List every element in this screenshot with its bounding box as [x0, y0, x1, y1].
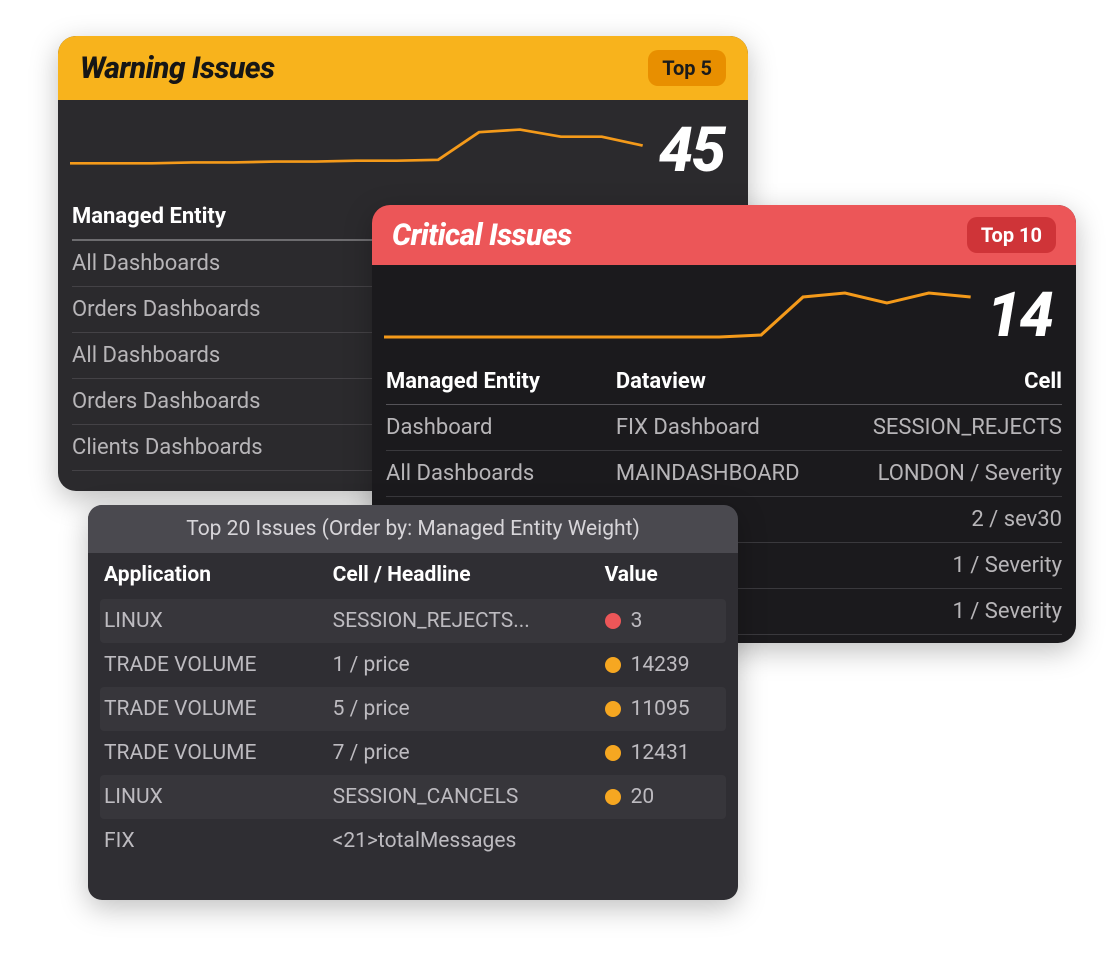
cell-app: TRADE VOLUME	[104, 697, 333, 721]
cell-cell: 1 / Severity	[859, 599, 1062, 624]
cell-headline: SESSION_REJECTS...	[333, 609, 605, 633]
critical-chart-row: 14	[372, 265, 1076, 361]
warning-count: 45	[643, 114, 724, 187]
critical-top-badge[interactable]: Top 10	[967, 217, 1056, 253]
cell-app: LINUX	[104, 785, 333, 809]
table-row[interactable]: Dashboard FIX Dashboard SESSION_REJECTS	[386, 405, 1062, 451]
col-value: Value	[605, 563, 722, 587]
warning-header: Warning Issues Top 5	[58, 36, 748, 100]
status-dot-icon	[605, 657, 621, 673]
value-text: 11095	[631, 697, 690, 721]
table-row[interactable]: All Dashboards MAINDASHBOARD LONDON / Se…	[386, 451, 1062, 497]
cell-value: 3	[605, 609, 722, 633]
cell-headline: <21>totalMessages	[333, 829, 605, 853]
col-dataview: Dataview	[616, 369, 859, 394]
cell-value: 11095	[605, 697, 722, 721]
col-managed-entity: Managed Entity	[386, 369, 616, 394]
status-dot-icon	[605, 613, 621, 629]
cell-app: LINUX	[104, 609, 333, 633]
cell-app: TRADE VOLUME	[104, 741, 333, 765]
col-cell: Cell	[859, 369, 1062, 394]
value-text: 14239	[631, 653, 690, 677]
table-row[interactable]: TRADE VOLUME 5 / price 11095	[100, 687, 726, 731]
critical-header: Critical Issues Top 10	[372, 205, 1076, 265]
col-application: Application	[104, 563, 333, 587]
cell-value: 20	[605, 785, 722, 809]
table-row[interactable]: TRADE VOLUME 7 / price 12431	[100, 731, 726, 775]
cell-entity: Dashboard	[386, 415, 616, 440]
warning-title: Warning Issues	[80, 51, 275, 86]
cell-cell: 2 / sev30	[859, 507, 1062, 532]
top-issues-title: Top 20 Issues (Order by: Managed Entity …	[88, 505, 738, 553]
issues-table: Application Cell / Headline Value LINUX …	[88, 553, 738, 871]
value-text: 12431	[631, 741, 690, 765]
cell-headline: 1 / price	[333, 653, 605, 677]
status-dot-icon	[605, 745, 621, 761]
critical-count: 14	[971, 279, 1052, 352]
critical-title: Critical Issues	[392, 218, 572, 253]
cell-cell: 1 / Severity	[859, 553, 1062, 578]
col-cell-headline: Cell / Headline	[333, 563, 605, 587]
status-dot-icon	[605, 789, 621, 805]
cell-cell: LONDON / Severity	[859, 461, 1062, 486]
warning-sparkline	[70, 110, 643, 190]
cell-value: 12431	[605, 741, 722, 765]
top-issues-card: Top 20 Issues (Order by: Managed Entity …	[88, 505, 738, 900]
cell-headline: SESSION_CANCELS	[333, 785, 605, 809]
table-row[interactable]: LINUX SESSION_REJECTS... 3	[100, 599, 726, 643]
issues-table-header: Application Cell / Headline Value	[100, 553, 726, 599]
critical-sparkline	[384, 275, 971, 355]
cell-entity: All Dashboards	[386, 461, 616, 486]
cell-app: TRADE VOLUME	[104, 653, 333, 677]
cell-dataview: MAINDASHBOARD	[616, 461, 859, 486]
critical-table-header: Managed Entity Dataview Cell	[386, 361, 1062, 405]
warning-top-badge[interactable]: Top 5	[648, 50, 726, 86]
cell-dataview: FIX Dashboard	[616, 415, 859, 440]
cell-value: 14239	[605, 653, 722, 677]
cell-headline: 5 / price	[333, 697, 605, 721]
cell-headline: 7 / price	[333, 741, 605, 765]
cell-app: FIX	[104, 829, 333, 853]
table-row[interactable]: LINUX SESSION_CANCELS 20	[100, 775, 726, 819]
warning-chart-row: 45	[58, 100, 748, 196]
table-row[interactable]: TRADE VOLUME 1 / price 14239	[100, 643, 726, 687]
table-row[interactable]: FIX <21>totalMessages	[100, 819, 726, 863]
value-text: 3	[631, 609, 643, 633]
cell-cell: SESSION_REJECTS	[859, 415, 1062, 440]
value-text: 20	[631, 785, 655, 809]
status-dot-icon	[605, 701, 621, 717]
